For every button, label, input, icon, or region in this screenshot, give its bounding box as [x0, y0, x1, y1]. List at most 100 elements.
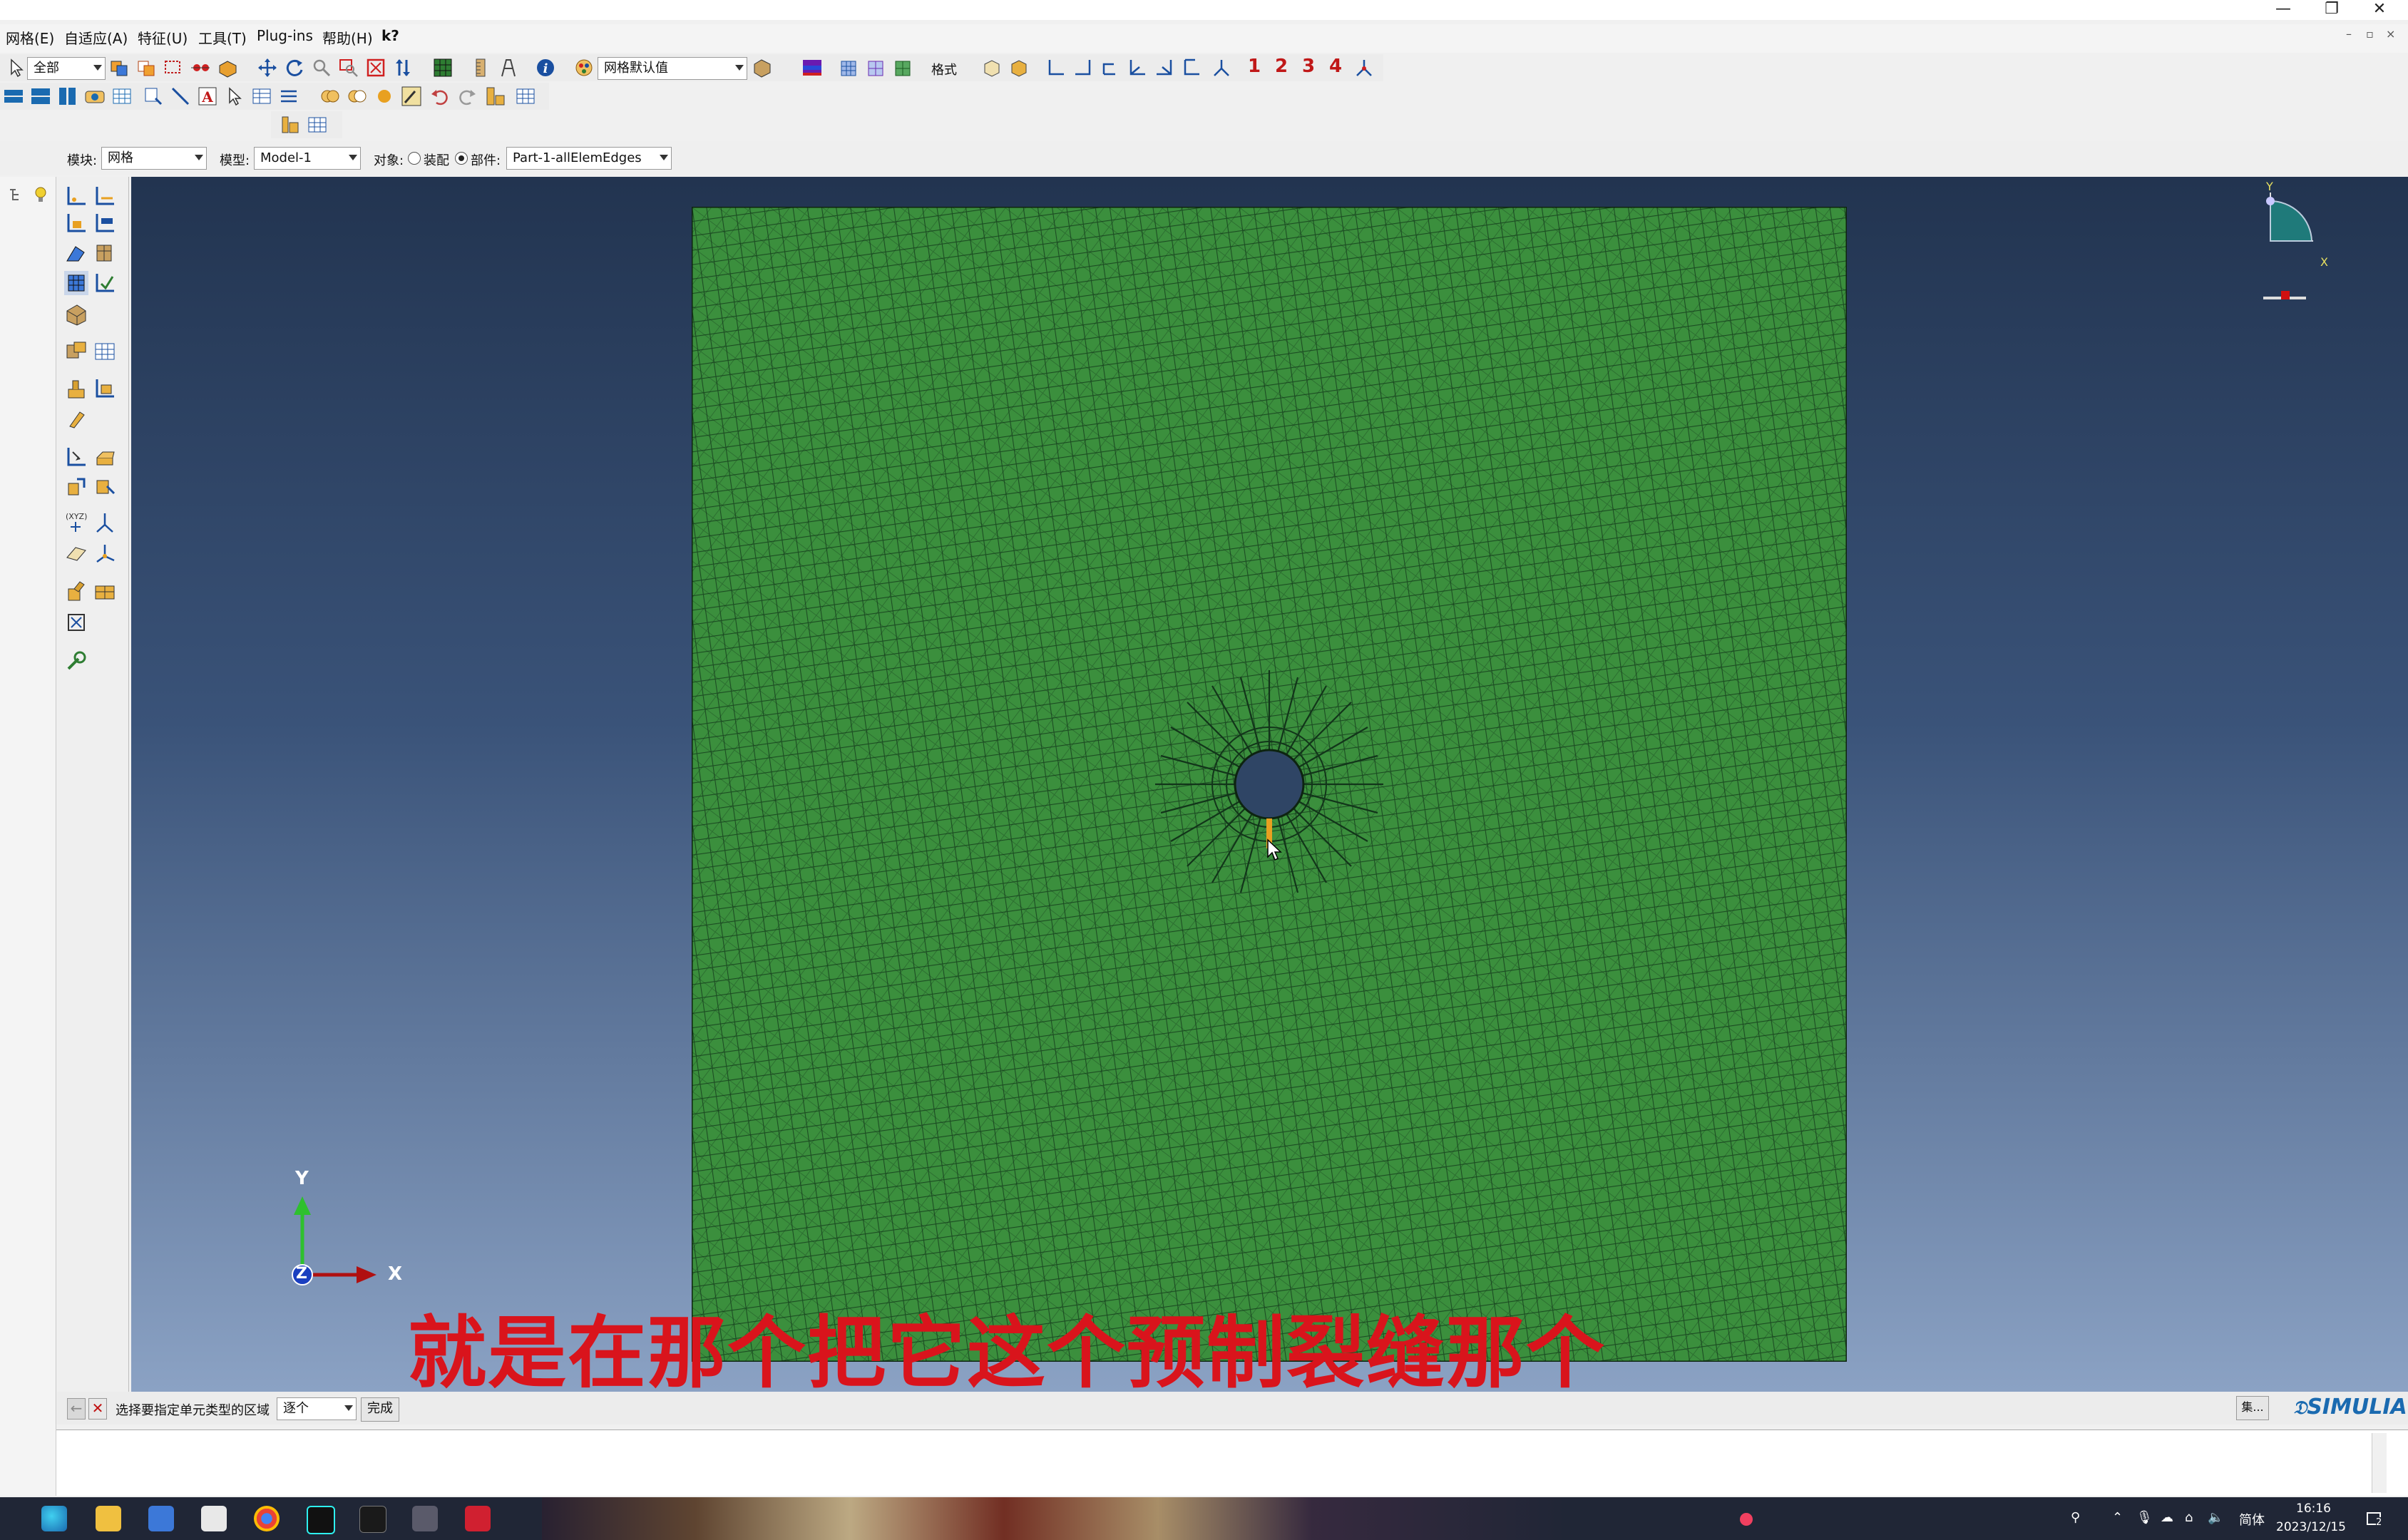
- viewport-grid-icon[interactable]: [111, 86, 133, 107]
- datum-axis-icon[interactable]: [93, 510, 117, 535]
- pointer-icon[interactable]: [224, 86, 245, 107]
- render-style-icon[interactable]: [752, 57, 773, 78]
- view-manager-icon[interactable]: [485, 86, 506, 107]
- model-tree-tab-icon[interactable]: [6, 184, 27, 205]
- tray-app-icon[interactable]: [1740, 1513, 1753, 1526]
- menu-help[interactable]: 帮助(H): [322, 27, 373, 48]
- redo-icon[interactable]: [456, 86, 478, 107]
- pan-icon[interactable]: [257, 57, 278, 78]
- close-button[interactable]: ✕: [2358, 0, 2401, 20]
- offset-mesh-icon[interactable]: [93, 473, 117, 498]
- axis-triad-icon[interactable]: [1353, 57, 1375, 78]
- adaptive-remesh-icon[interactable]: [64, 610, 88, 635]
- delete-part-seeds-icon[interactable]: [64, 211, 88, 235]
- model-select[interactable]: Model-1: [254, 147, 361, 170]
- display-group-manager-icon[interactable]: [307, 114, 328, 135]
- mesh-brush-icon[interactable]: [64, 406, 88, 431]
- selection-mode-select[interactable]: 逐个: [277, 1397, 357, 1420]
- select-entities-icon[interactable]: [108, 57, 130, 78]
- query-probe-icon[interactable]: [143, 86, 164, 107]
- edge-browser-icon[interactable]: [41, 1506, 67, 1531]
- menu-tools[interactable]: 工具(T): [198, 27, 247, 48]
- datum-plane-icon[interactable]: [64, 540, 88, 565]
- orphan-mesh-icon[interactable]: [64, 473, 88, 498]
- menu-adaptivity[interactable]: 自适应(A): [64, 27, 128, 48]
- tray-date[interactable]: 2023/12/15: [2276, 1520, 2346, 1534]
- zoom-icon[interactable]: [311, 57, 332, 78]
- highlight-icon[interactable]: [401, 86, 422, 107]
- box-select-icon[interactable]: [163, 57, 184, 78]
- abaqus-taskbar-icon[interactable]: [465, 1506, 491, 1531]
- view-preset-1[interactable]: 1: [1248, 56, 1261, 77]
- seed-edges-icon[interactable]: [93, 184, 117, 208]
- virtual-topology-icon[interactable]: [93, 339, 117, 364]
- context-help-button[interactable]: k?: [381, 27, 399, 44]
- verify-mesh-icon[interactable]: [93, 271, 117, 295]
- partition-icon[interactable]: [64, 339, 88, 364]
- boolean-union-icon[interactable]: [319, 86, 341, 107]
- mdi-restore-button[interactable]: ▫: [2366, 27, 2374, 41]
- color-code-icon[interactable]: [801, 57, 823, 78]
- wireframe-icon[interactable]: [839, 57, 860, 78]
- tray-mic-icon[interactable]: 🎙: [2136, 1510, 2153, 1525]
- tray-ime[interactable]: 简体: [2239, 1510, 2265, 1529]
- file-new-icon[interactable]: [3, 86, 24, 107]
- tools-wrench-icon[interactable]: [64, 649, 88, 673]
- view-preset-4[interactable]: 4: [1329, 56, 1342, 77]
- view-iso-axes-icon[interactable]: [1211, 57, 1232, 78]
- bottom-up-sweep-icon[interactable]: [93, 445, 117, 469]
- restore-button[interactable]: ❐: [2310, 0, 2353, 20]
- viewport-camera-icon[interactable]: [84, 86, 106, 107]
- part-select[interactable]: Part-1-allElemEdges: [506, 147, 672, 170]
- view-right-icon[interactable]: [1181, 57, 1202, 78]
- mdi-minimize-button[interactable]: –: [2346, 27, 2352, 41]
- view-top-icon[interactable]: [1100, 57, 1121, 78]
- assign-element-type-icon[interactable]: [64, 271, 88, 295]
- view-preset-2[interactable]: 2: [1275, 56, 1288, 77]
- select-arrow-icon[interactable]: [6, 57, 27, 78]
- auto-fit-icon[interactable]: [365, 57, 386, 78]
- lightbulb-icon[interactable]: [30, 184, 51, 205]
- table-icon[interactable]: [251, 86, 272, 107]
- layout-vertical-icon[interactable]: [57, 86, 78, 107]
- list-icon[interactable]: [278, 86, 299, 107]
- menu-plugins[interactable]: Plug-ins: [257, 27, 313, 44]
- message-area[interactable]: [0, 1429, 2408, 1496]
- mdi-close-button[interactable]: ×: [2386, 27, 2395, 41]
- chrome-icon[interactable]: [254, 1506, 280, 1531]
- view-front-icon[interactable]: [1045, 57, 1067, 78]
- ruler-icon[interactable]: [471, 57, 492, 78]
- edit-mesh-nodes-icon[interactable]: [93, 376, 117, 401]
- display-defaults-select[interactable]: 网格默认值: [598, 57, 747, 80]
- sets-button[interactable]: 集...: [2236, 1396, 2269, 1420]
- prompt-cancel-button[interactable]: ✕: [88, 1398, 107, 1420]
- seed-part-icon[interactable]: [64, 184, 88, 208]
- create-bottom-up-icon[interactable]: [64, 445, 88, 469]
- display-group-icon[interactable]: [515, 86, 536, 107]
- cycle-views-icon[interactable]: [392, 57, 414, 78]
- view-preset-3[interactable]: 3: [1302, 56, 1315, 77]
- mesh-plate[interactable]: [692, 207, 1847, 1362]
- view-cube[interactable]: Y X: [2256, 180, 2342, 270]
- select-solid-icon[interactable]: [217, 57, 238, 78]
- terminal-icon[interactable]: [359, 1506, 386, 1533]
- assembly-radio[interactable]: [408, 152, 421, 165]
- rotate-icon[interactable]: [284, 57, 305, 78]
- mail-icon[interactable]: [201, 1506, 227, 1531]
- file-explorer-icon[interactable]: [96, 1506, 121, 1531]
- boolean-cut-icon[interactable]: [347, 86, 368, 107]
- prompt-back-button[interactable]: ←: [67, 1398, 86, 1420]
- select-nodes-icon[interactable]: [190, 57, 211, 78]
- iso-view-icon[interactable]: [981, 57, 1003, 78]
- mesh-region-icon[interactable]: [64, 302, 88, 327]
- notification-center-icon[interactable]: 2: [2365, 1509, 2386, 1530]
- mesh-controls-icon[interactable]: [64, 241, 88, 265]
- done-button[interactable]: 完成: [361, 1397, 399, 1422]
- assign-stack-direction-icon[interactable]: [93, 579, 117, 603]
- hidden-lines-icon[interactable]: [866, 57, 887, 78]
- view-bottom-icon[interactable]: [1127, 57, 1148, 78]
- graphics-viewport[interactable]: Y X Y X Z: [131, 177, 2408, 1392]
- tray-time[interactable]: 16:16: [2296, 1502, 2331, 1516]
- menu-mesh[interactable]: 网格(E): [6, 27, 54, 48]
- query-info-icon[interactable]: i: [535, 57, 556, 78]
